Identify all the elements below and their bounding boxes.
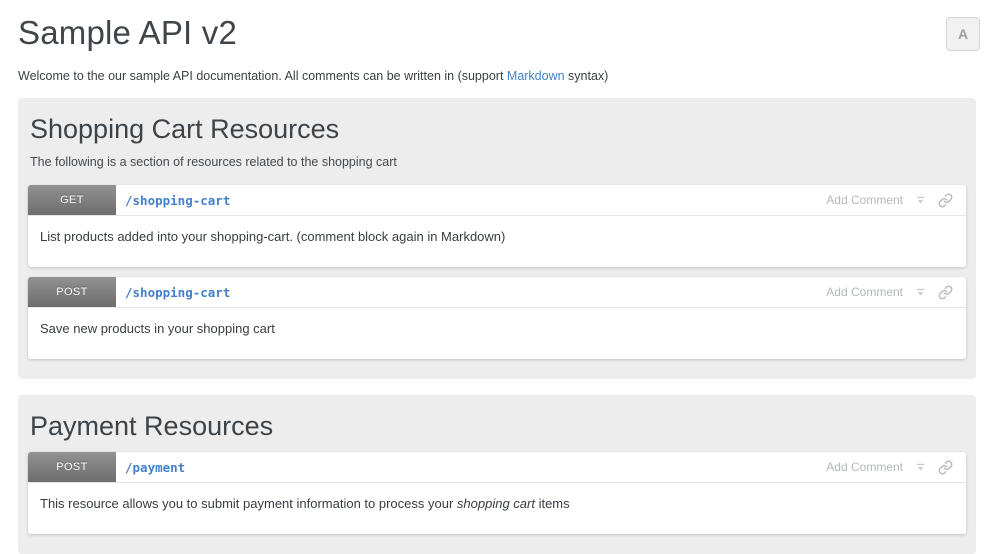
endpoint-description-text: Save new products in your shopping cart [40, 321, 275, 336]
api-doc-page: Sample API v2 A Welcome to the our sampl… [0, 0, 994, 554]
endpoint-actions: Add Comment [826, 285, 966, 300]
endpoint-header[interactable]: POST /shopping-cart Add Comment [28, 277, 966, 308]
endpoint-path: /shopping-cart [125, 285, 230, 300]
endpoint-header[interactable]: POST /payment Add Comment [28, 452, 966, 483]
add-comment-link[interactable]: Add Comment [826, 460, 903, 474]
method-badge: POST [28, 277, 116, 307]
endpoint-card-post-shopping-cart: POST /shopping-cart Add Comment Save new… [28, 277, 966, 359]
collapse-icon[interactable] [915, 461, 926, 473]
page-title: Sample API v2 [18, 13, 237, 53]
collapse-icon[interactable] [915, 286, 926, 298]
add-comment-link[interactable]: Add Comment [826, 285, 903, 299]
method-badge: GET [28, 185, 116, 215]
endpoint-description-text: List products added into your shopping-c… [40, 229, 505, 244]
section-payment-resources: Payment Resources POST /payment Add Comm… [18, 395, 976, 554]
markdown-link[interactable]: Markdown [507, 69, 565, 83]
endpoint-description: Save new products in your shopping cart [28, 308, 966, 359]
endpoint-description-text: This resource allows you to submit payme… [40, 496, 457, 511]
endpoint-description: This resource allows you to submit payme… [28, 483, 966, 534]
page-header: Sample API v2 A [0, 0, 994, 53]
add-comment-link[interactable]: Add Comment [826, 193, 903, 207]
endpoint-description: List products added into your shopping-c… [28, 216, 966, 267]
permalink-icon[interactable] [938, 460, 953, 475]
section-description: The following is a section of resources … [30, 155, 964, 169]
section-shopping-cart-resources: Shopping Cart Resources The following is… [18, 98, 976, 379]
collapse-icon[interactable] [915, 194, 926, 206]
endpoint-description-italic: shopping cart [457, 496, 535, 511]
account-button[interactable]: A [946, 17, 980, 51]
permalink-icon[interactable] [938, 285, 953, 300]
endpoint-path: /shopping-cart [125, 193, 230, 208]
endpoint-header[interactable]: GET /shopping-cart Add Comment [28, 185, 966, 216]
endpoint-path: /payment [125, 460, 185, 475]
endpoint-actions: Add Comment [826, 460, 966, 475]
welcome-text-suffix: syntax) [565, 69, 609, 83]
method-badge: POST [28, 452, 116, 482]
section-title: Payment Resources [30, 410, 964, 442]
section-title: Shopping Cart Resources [30, 113, 964, 145]
welcome-text-prefix: Welcome to the our sample API documentat… [18, 69, 507, 83]
endpoint-actions: Add Comment [826, 193, 966, 208]
welcome-text: Welcome to the our sample API documentat… [18, 69, 976, 83]
permalink-icon[interactable] [938, 193, 953, 208]
endpoint-card-get-shopping-cart: GET /shopping-cart Add Comment List prod… [28, 185, 966, 267]
endpoint-card-post-payment: POST /payment Add Comment This resource … [28, 452, 966, 534]
endpoint-description-text: items [535, 496, 570, 511]
